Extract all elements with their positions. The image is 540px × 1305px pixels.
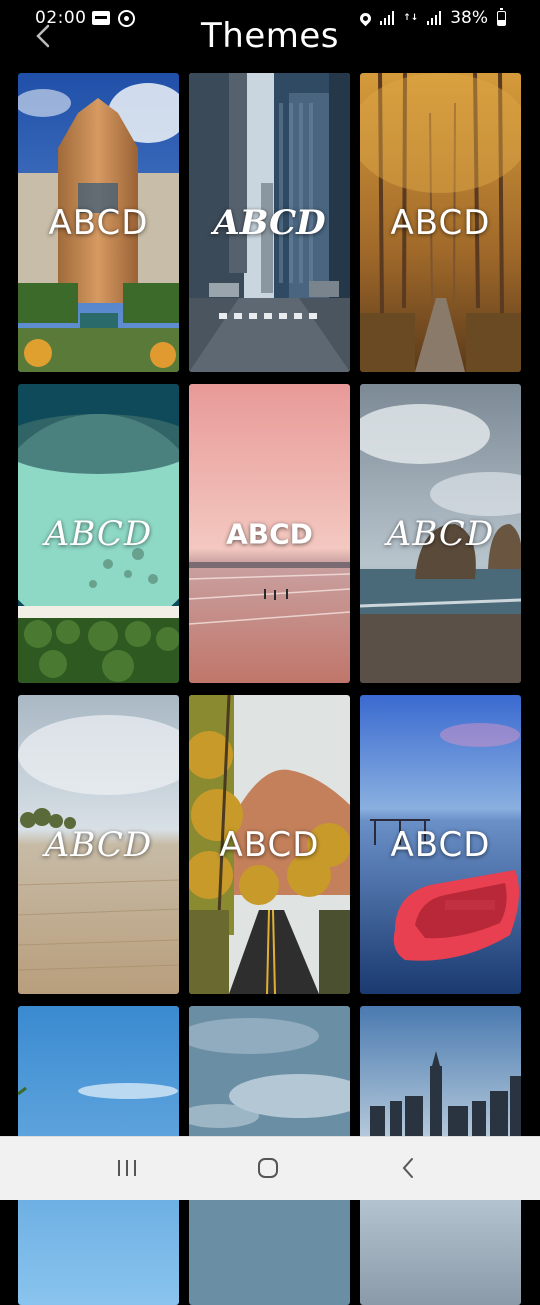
theme-card-red-boat[interactable]: ABCD — [360, 695, 521, 994]
theme-card-rocks[interactable]: ABCD — [360, 384, 521, 683]
theme-sample-text: ABCD — [386, 513, 495, 554]
theme-card-sand[interactable]: ABCD — [18, 695, 179, 994]
theme-sample-text: ABCD — [390, 824, 491, 865]
theme-sample-text: ABCD — [390, 202, 491, 243]
theme-card-pink-beach[interactable]: ABCD — [189, 384, 350, 683]
theme-card-forest[interactable]: ABCD — [360, 73, 521, 372]
theme-card-canyon-road[interactable]: ABCD — [189, 695, 350, 994]
theme-card-building[interactable]: ABCD — [18, 73, 179, 372]
page-title: Themes — [201, 16, 339, 56]
theme-sample-text: ABCD — [213, 202, 326, 243]
app-header: Themes — [0, 0, 540, 72]
theme-sample-text: ABCD — [48, 202, 149, 243]
theme-sample-text: ABCD — [219, 824, 320, 865]
theme-card-reef[interactable]: ABCD — [18, 384, 179, 683]
theme-grid: ABCD ABCD ABCD ABCD ABCD ABCD ABCD ABCD … — [18, 73, 522, 1305]
theme-sample-text: ABCD — [44, 513, 153, 554]
theme-card-city[interactable]: ABCD — [189, 73, 350, 372]
theme-sample-text: ABCD — [226, 517, 313, 550]
home-icon[interactable] — [253, 1153, 283, 1183]
theme-sample-text: ABCD — [44, 824, 153, 865]
system-nav-bar — [0, 1136, 540, 1200]
nav-back-icon[interactable] — [394, 1153, 424, 1183]
recents-icon[interactable] — [112, 1153, 142, 1183]
